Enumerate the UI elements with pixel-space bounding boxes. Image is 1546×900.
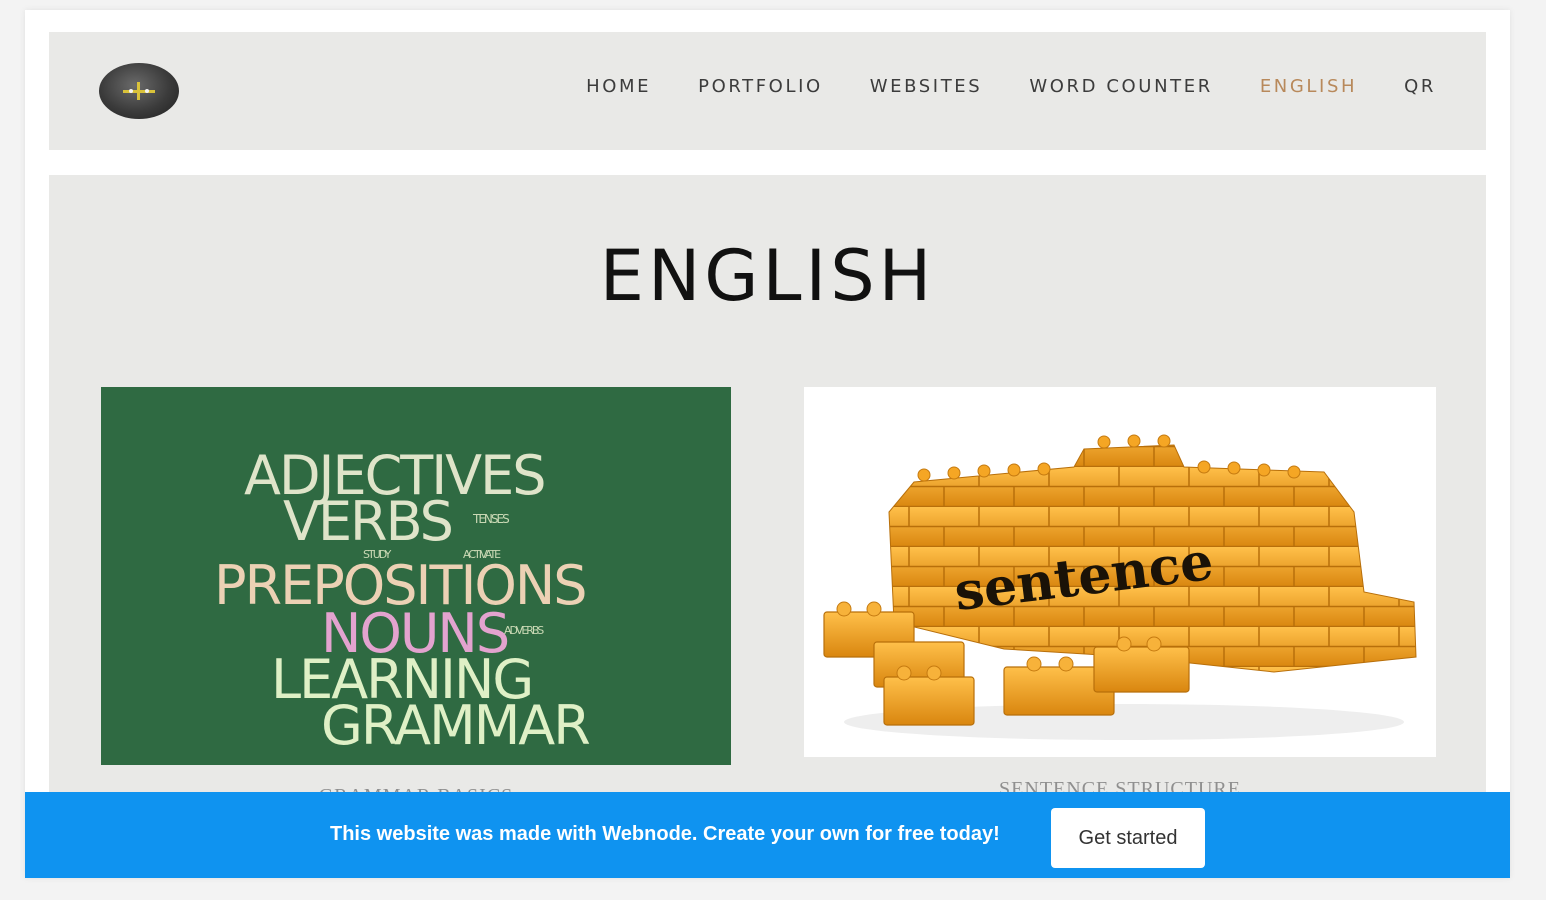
webnode-banner: This website was made with Webnode. Crea… bbox=[25, 792, 1510, 878]
word-cloud-word: TENSES bbox=[473, 512, 510, 526]
get-started-button[interactable]: Get started bbox=[1051, 808, 1205, 868]
main-content: ENGLISH ADJECTIVES VERBS TENSES STUDY AC… bbox=[49, 175, 1486, 878]
nav-item-websites[interactable]: WEBSITES bbox=[870, 76, 983, 97]
nav-item-home[interactable]: HOME bbox=[586, 76, 651, 97]
page-title: ENGLISH bbox=[599, 235, 936, 317]
banner-text: This website was made with Webnode. Crea… bbox=[330, 823, 1000, 845]
word-cloud: ADJECTIVES VERBS TENSES STUDY ACTIVATE P… bbox=[101, 387, 731, 765]
sentence-structure-image[interactable]: sentence bbox=[804, 387, 1436, 757]
nav-item-qr[interactable]: QR bbox=[1404, 76, 1436, 97]
main-nav: HOME PORTFOLIO WEBSITES WORD COUNTER ENG… bbox=[586, 76, 1436, 97]
logo-mark bbox=[123, 82, 155, 100]
page-frame: HOME PORTFOLIO WEBSITES WORD COUNTER ENG… bbox=[25, 10, 1510, 878]
site-header: HOME PORTFOLIO WEBSITES WORD COUNTER ENG… bbox=[49, 32, 1486, 150]
lego-brick-wall-illustration: sentence bbox=[823, 434, 1417, 740]
word-cloud-word: GRAMMAR bbox=[321, 694, 591, 757]
nav-item-english[interactable]: ENGLISH bbox=[1260, 76, 1357, 97]
word-cloud-word: VERBS bbox=[283, 490, 454, 553]
word-cloud-word: ADVERBS bbox=[504, 624, 544, 637]
nav-item-word-counter[interactable]: WORD COUNTER bbox=[1029, 76, 1213, 97]
nav-item-portfolio[interactable]: PORTFOLIO bbox=[698, 76, 823, 97]
grammar-basics-image[interactable]: ADJECTIVES VERBS TENSES STUDY ACTIVATE P… bbox=[101, 387, 731, 765]
logo-icon[interactable] bbox=[99, 63, 179, 119]
